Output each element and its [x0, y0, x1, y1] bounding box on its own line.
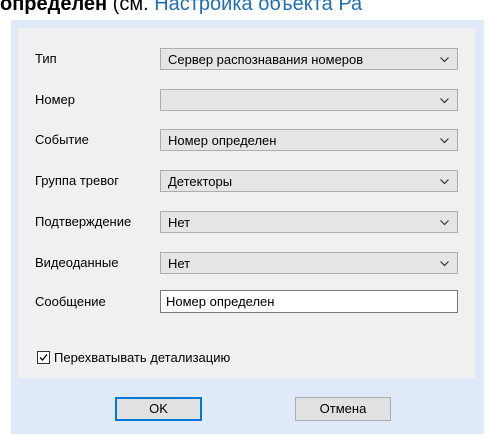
ok-button[interactable]: OK	[115, 397, 202, 421]
video-data-select-value: Нет	[168, 256, 191, 271]
number-select[interactable]	[160, 89, 458, 111]
chevron-down-icon	[440, 98, 449, 104]
intercept-detail-checkbox[interactable]	[37, 351, 50, 364]
intercept-detail-label: Перехватывать детализацию	[54, 350, 231, 365]
event-select-value: Номер определен	[168, 133, 277, 148]
type-label: Тип	[35, 51, 57, 66]
checkmark-icon	[39, 354, 48, 361]
heading-link[interactable]: Настройка объекта Ра	[154, 0, 362, 15]
alarm-group-label: Группа тревог	[35, 173, 119, 188]
alarm-group-select[interactable]: Детекторы	[160, 170, 458, 192]
video-data-label: Видеоданные	[35, 255, 119, 270]
chevron-down-icon	[440, 261, 449, 267]
alarm-group-select-value: Детекторы	[168, 174, 233, 189]
number-label: Номер	[35, 92, 76, 107]
chevron-down-icon	[440, 220, 449, 226]
event-settings-dialog: Тип Сервер распознавания номеров Номер С…	[11, 20, 484, 434]
heading-plain-text: (см.	[107, 0, 155, 15]
cancel-button[interactable]: Отмена	[295, 397, 391, 421]
event-select[interactable]: Номер определен	[160, 129, 458, 151]
message-input-value: Номер определен	[166, 294, 275, 309]
confirmation-label: Подтверждение	[35, 214, 132, 229]
confirmation-select[interactable]: Нет	[160, 211, 458, 233]
event-label: Событие	[35, 132, 89, 147]
heading-bold-text: определен	[0, 0, 108, 15]
settings-panel: Тип Сервер распознавания номеров Номер С…	[18, 28, 475, 378]
message-input[interactable]: Номер определен	[160, 290, 458, 313]
chevron-down-icon	[440, 138, 449, 144]
video-data-select[interactable]: Нет	[160, 252, 458, 274]
type-select-value: Сервер распознавания номеров	[168, 52, 364, 67]
message-label: Сообщение	[35, 294, 106, 309]
type-select[interactable]: Сервер распознавания номеров	[160, 48, 458, 70]
confirmation-select-value: Нет	[168, 215, 191, 230]
chevron-down-icon	[440, 179, 449, 185]
chevron-down-icon	[440, 57, 449, 63]
page-heading: определен (см. Настройка объекта Ра	[0, 0, 362, 16]
